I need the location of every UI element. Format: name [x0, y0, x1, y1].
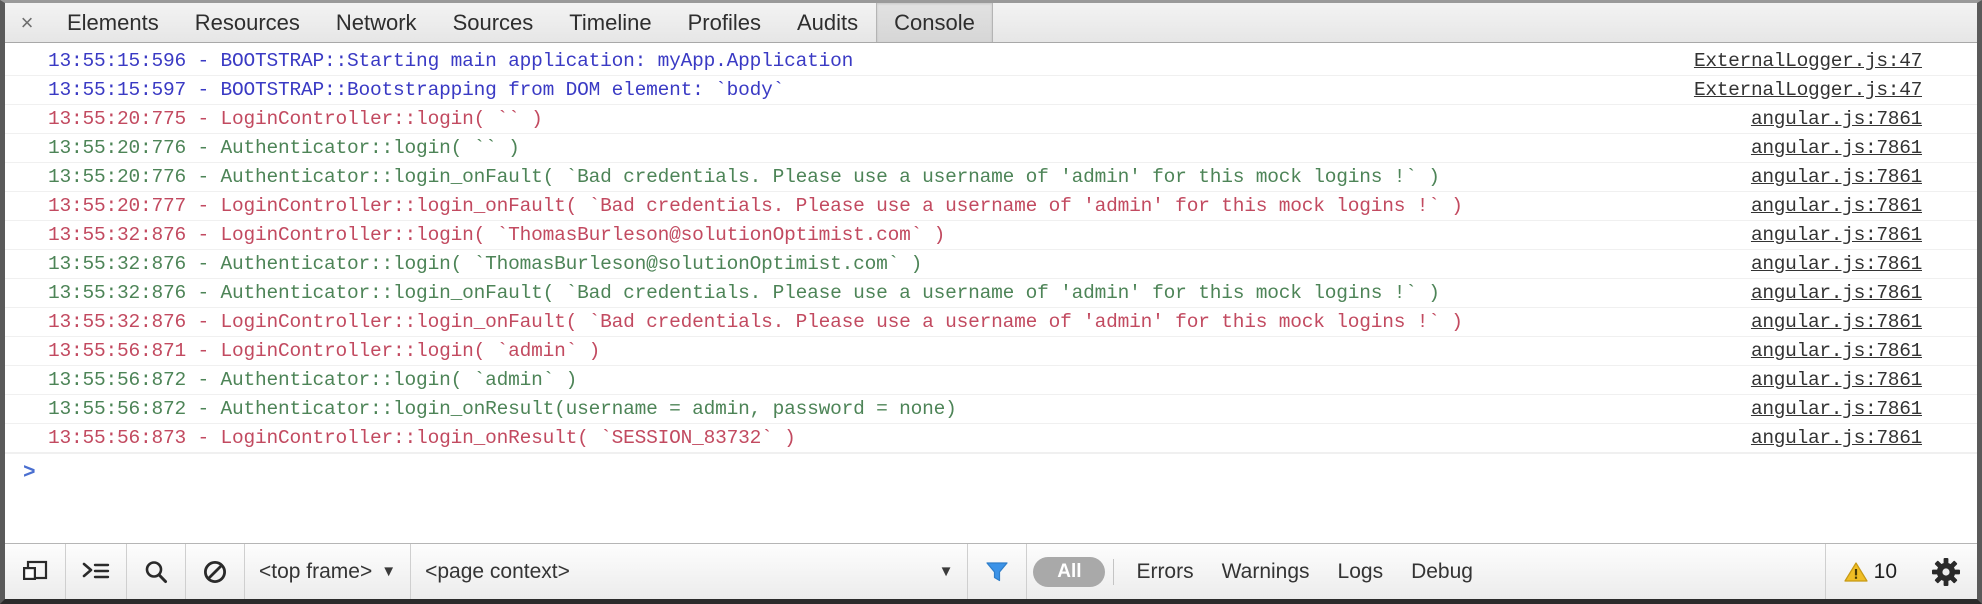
warning-count-label: 10 [1873, 559, 1898, 583]
console-message-row[interactable]: 13:55:15:596 - BOOTSTRAP::Starting main … [5, 47, 1977, 76]
filter-logs-button[interactable]: Logs [1324, 560, 1398, 584]
console-prompt[interactable]: > [5, 453, 1977, 494]
tab-label: Audits [796, 9, 859, 35]
console-message-text: 13:55:20:776 - Authenticator::login_onFa… [48, 166, 1440, 188]
context-selector-label: <page context> [425, 559, 570, 583]
tab-elements[interactable]: Elements [49, 3, 177, 42]
console-message-source-link[interactable]: angular.js:7861 [1751, 134, 1922, 163]
tab-label: Resources [194, 9, 300, 35]
filter-errors-button[interactable]: Errors [1122, 560, 1207, 584]
console-message-source-link[interactable]: angular.js:7861 [1751, 424, 1922, 453]
console-message-text: 13:55:56:872 - Authenticator::login_onRe… [48, 398, 957, 420]
console-message-source-link[interactable]: angular.js:7861 [1751, 308, 1922, 337]
console-message-source-link[interactable]: ExternalLogger.js:47 [1694, 76, 1922, 105]
console-message-text: 13:55:15:596 - BOOTSTRAP::Starting main … [48, 50, 854, 72]
console-message-row[interactable]: 13:55:32:876 - LoginController::login( `… [5, 221, 1977, 250]
tab-profiles[interactable]: Profiles [670, 3, 779, 42]
prompt-chevron-icon: > [23, 462, 36, 485]
frame-selector-label: <top frame> [259, 559, 373, 583]
console-message-text: 13:55:32:876 - Authenticator::login( `Th… [48, 253, 923, 275]
tab-label: Network [335, 9, 417, 35]
tab-network[interactable]: Network [318, 3, 435, 42]
console-message-source-link[interactable]: angular.js:7861 [1751, 366, 1922, 395]
chevron-down-icon: ▼ [938, 563, 954, 580]
console-message-row[interactable]: 13:55:15:597 - BOOTSTRAP::Bootstrapping … [5, 76, 1977, 105]
clear-console-icon[interactable] [186, 544, 245, 599]
tab-audits[interactable]: Audits [779, 3, 876, 42]
console-message-row[interactable]: 13:55:56:871 - LoginController::login( `… [5, 337, 1977, 366]
devtools-tab-list: Elements Resources Network Sources Timel… [49, 3, 993, 42]
console-message-row[interactable]: 13:55:32:876 - Authenticator::login_onFa… [5, 279, 1977, 308]
devtools-window: × Elements Resources Network Sources Tim… [0, 0, 1982, 604]
console-status-bar: <top frame> ▼ <page context> ▼ All Error… [5, 543, 1977, 599]
console-message-row[interactable]: 13:55:20:776 - Authenticator::login_onFa… [5, 163, 1977, 192]
status-bar-spacer [584, 544, 916, 599]
console-message-source-link[interactable]: angular.js:7861 [1751, 105, 1922, 134]
filter-funnel-icon[interactable] [968, 544, 1028, 599]
console-message-row[interactable]: 13:55:56:872 - Authenticator::login_onRe… [5, 395, 1977, 424]
filter-all-button[interactable]: All [1033, 556, 1106, 587]
context-selector[interactable]: <page context> [411, 544, 584, 599]
tab-timeline[interactable]: Timeline [551, 3, 669, 42]
console-message-source-link[interactable]: angular.js:7861 [1751, 279, 1922, 308]
console-message-source-link[interactable]: angular.js:7861 [1751, 163, 1922, 192]
tab-label: Sources [452, 9, 534, 35]
console-message-source-link[interactable]: angular.js:7861 [1751, 192, 1922, 221]
console-message-row[interactable]: 13:55:20:775 - LoginController::login( `… [5, 105, 1977, 134]
frame-selector[interactable]: <top frame> ▼ [245, 544, 412, 599]
status-bar-spacer-right [1493, 544, 1825, 599]
console-message-text: 13:55:20:777 - LoginController::login_on… [48, 195, 1463, 217]
show-console-drawer-icon[interactable] [66, 544, 127, 599]
context-selector-caret[interactable]: ▼ [916, 544, 969, 599]
console-message-text: 13:55:32:876 - LoginController::login_on… [48, 311, 1463, 333]
console-message-source-link[interactable]: angular.js:7861 [1751, 395, 1922, 424]
console-message-text: 13:55:32:876 - LoginController::login( `… [48, 224, 946, 246]
close-icon[interactable]: × [5, 3, 49, 42]
tab-label: Profiles [687, 9, 761, 35]
console-message-row[interactable]: 13:55:56:872 - Authenticator::login( `ad… [5, 366, 1977, 395]
console-message-text: 13:55:56:873 - LoginController::login_on… [48, 427, 796, 449]
filter-warnings-button[interactable]: Warnings [1208, 560, 1324, 584]
devtools-toolbar: × Elements Resources Network Sources Tim… [5, 3, 1977, 43]
console-message-row[interactable]: 13:55:56:873 - LoginController::login_on… [5, 424, 1977, 453]
console-message-text: 13:55:20:775 - LoginController::login( `… [48, 108, 543, 130]
gear-icon[interactable] [1915, 544, 1977, 599]
search-icon[interactable] [127, 544, 186, 599]
console-message-list[interactable]: 13:55:15:596 - BOOTSTRAP::Starting main … [5, 43, 1977, 543]
dock-panel-icon[interactable] [5, 544, 66, 599]
tab-label: Console [894, 9, 975, 35]
tab-resources[interactable]: Resources [177, 3, 318, 42]
console-message-row[interactable]: 13:55:32:876 - LoginController::login_on… [5, 308, 1977, 337]
console-message-row[interactable]: 13:55:32:876 - Authenticator::login( `Th… [5, 250, 1977, 279]
warning-count-badge[interactable]: 10 [1824, 544, 1915, 599]
console-message-text: 13:55:15:597 - BOOTSTRAP::Bootstrapping … [48, 79, 785, 101]
warning-triangle-icon [1844, 561, 1868, 583]
console-message-row[interactable]: 13:55:20:776 - Authenticator::login( `` … [5, 134, 1977, 163]
console-message-source-link[interactable]: angular.js:7861 [1751, 221, 1922, 250]
filter-debug-button[interactable]: Debug [1397, 560, 1487, 584]
filter-all-label: All [1057, 560, 1082, 582]
tab-console[interactable]: Console [876, 3, 993, 42]
tab-sources[interactable]: Sources [435, 3, 552, 42]
console-message-text: 13:55:20:776 - Authenticator::login( `` … [48, 137, 520, 159]
console-message-text: 13:55:56:871 - LoginController::login( `… [48, 340, 601, 362]
tab-label: Timeline [569, 9, 652, 35]
chevron-down-icon: ▼ [381, 563, 397, 580]
console-message-text: 13:55:32:876 - Authenticator::login_onFa… [48, 282, 1440, 304]
console-message-source-link[interactable]: angular.js:7861 [1751, 250, 1922, 279]
console-message-source-link[interactable]: angular.js:7861 [1751, 337, 1922, 366]
console-message-source-link[interactable]: ExternalLogger.js:47 [1694, 47, 1922, 76]
console-message-row[interactable]: 13:55:20:777 - LoginController::login_on… [5, 192, 1977, 221]
filter-divider [1113, 558, 1115, 585]
console-level-filters: All Errors Warnings Logs Debug [1027, 544, 1493, 599]
console-message-text: 13:55:56:872 - Authenticator::login( `ad… [48, 369, 578, 391]
tab-label: Elements [67, 9, 159, 35]
